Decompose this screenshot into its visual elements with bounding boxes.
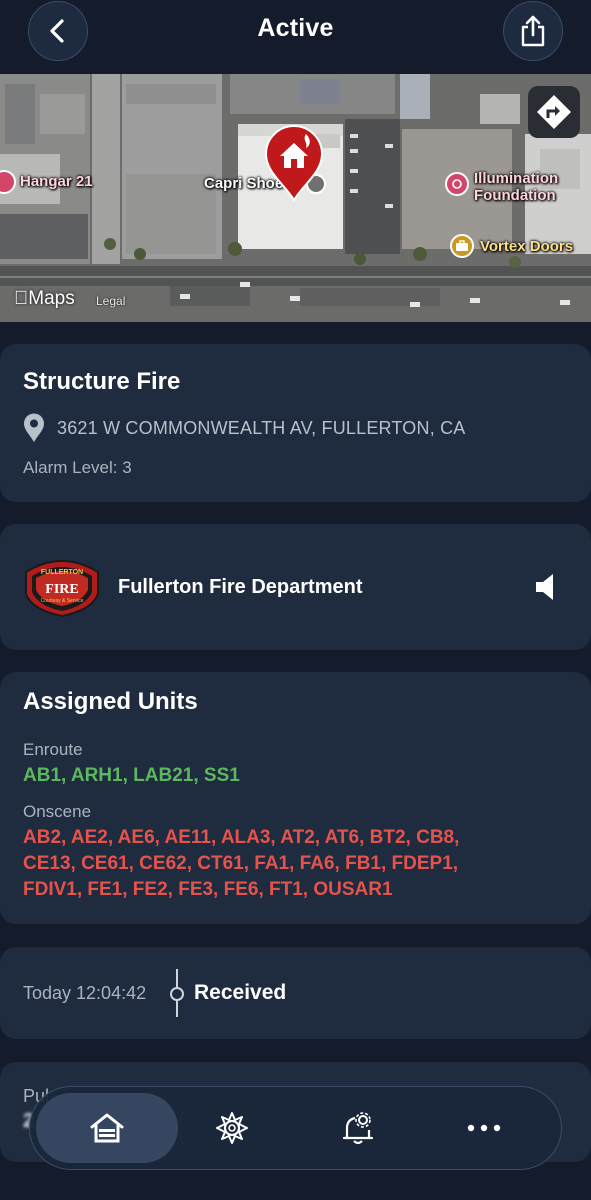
onscene-units-line-2: CE13, CE61, CE62, CT61, FA1, FA6, FB1, F…	[23, 853, 459, 874]
incident-map[interactable]: Hangar 21 Capri Shoes Illumination Found…	[0, 74, 591, 322]
map-label-illumination-2: Foundation	[474, 187, 556, 204]
timeline-time: Today 12:04:42	[23, 983, 147, 1003]
alarm-level: Alarm Level: 3	[23, 458, 132, 477]
vortex-poi-icon[interactable]	[450, 234, 474, 258]
department-name: Fullerton Fire Department	[118, 576, 363, 598]
map-label-illumination-1: Illumination	[474, 170, 559, 187]
onscene-units-line-3: FDIV1, FE1, FE2, FE3, FE6, FT1, OUSAR1	[23, 879, 393, 900]
assigned-units-title: Assigned Units	[23, 688, 198, 715]
timeline-card: Today 12:04:42 Received	[0, 947, 591, 1039]
map-label-vortex: Vortex Doors	[480, 238, 574, 255]
screen: Active Hangar 21 Capri Shoes Illuminatio…	[0, 0, 591, 1200]
timeline-status: Received	[194, 981, 287, 1004]
enroute-units: AB1, ARH1, LAB21, SS1	[23, 765, 240, 786]
apple-logo-icon: 	[14, 288, 28, 309]
tab-home[interactable]	[36, 1093, 178, 1163]
onscene-label: Onscene	[23, 802, 92, 821]
location-pin-icon	[24, 413, 44, 442]
briefcase-icon	[456, 240, 468, 251]
incident-type: Structure Fire	[23, 368, 181, 395]
onscene-units-line-1: AB2, AE2, AE6, AE11, ALA3, AT2, AT6, BT2…	[23, 827, 460, 848]
directions-button[interactable]	[528, 86, 580, 138]
timeline-dot	[170, 987, 184, 1001]
assigned-units-card: Assigned Units Enroute AB1, ARH1, LAB21,…	[0, 672, 591, 924]
maps-brand-text: Maps	[14, 288, 74, 309]
speaker-icon[interactable]	[534, 572, 560, 602]
more-icon	[467, 1124, 501, 1132]
logo-text-mid: FIRE	[45, 582, 78, 597]
directions-icon	[537, 95, 571, 129]
logo-text-top: FULLERTON	[41, 569, 83, 576]
legal-link[interactable]: Legal	[96, 294, 125, 308]
incident-address: 3621 W COMMONWEALTH AV, FULLERTON, CA	[57, 417, 466, 438]
address-row[interactable]: 3621 W COMMONWEALTH AV, FULLERTON, CA	[23, 413, 466, 443]
incident-pin-icon[interactable]	[264, 124, 324, 202]
department-card[interactable]: FULLERTON FIRE Courtesy & Service Fuller…	[0, 524, 591, 650]
apple-maps-logo: Maps	[14, 288, 75, 310]
tab-alert-settings[interactable]	[298, 1093, 418, 1163]
map-label-hangar: Hangar 21	[20, 173, 93, 190]
fullerton-fire-logo: FULLERTON FIRE Courtesy & Service	[25, 560, 99, 618]
alert-settings-icon	[342, 1112, 374, 1145]
fire-badge-icon	[216, 1112, 248, 1144]
share-button[interactable]	[503, 1, 563, 61]
tab-department[interactable]	[172, 1093, 292, 1163]
bottom-tab-bar	[29, 1086, 562, 1170]
header: Active	[0, 0, 591, 74]
stethoscope-icon	[452, 179, 462, 189]
home-icon	[90, 1113, 124, 1143]
tab-more[interactable]	[424, 1093, 544, 1163]
enroute-label: Enroute	[23, 740, 83, 759]
illumination-poi-icon[interactable]	[445, 172, 469, 196]
logo-text-bottom: Courtesy & Service	[41, 598, 84, 604]
share-icon	[521, 15, 545, 47]
